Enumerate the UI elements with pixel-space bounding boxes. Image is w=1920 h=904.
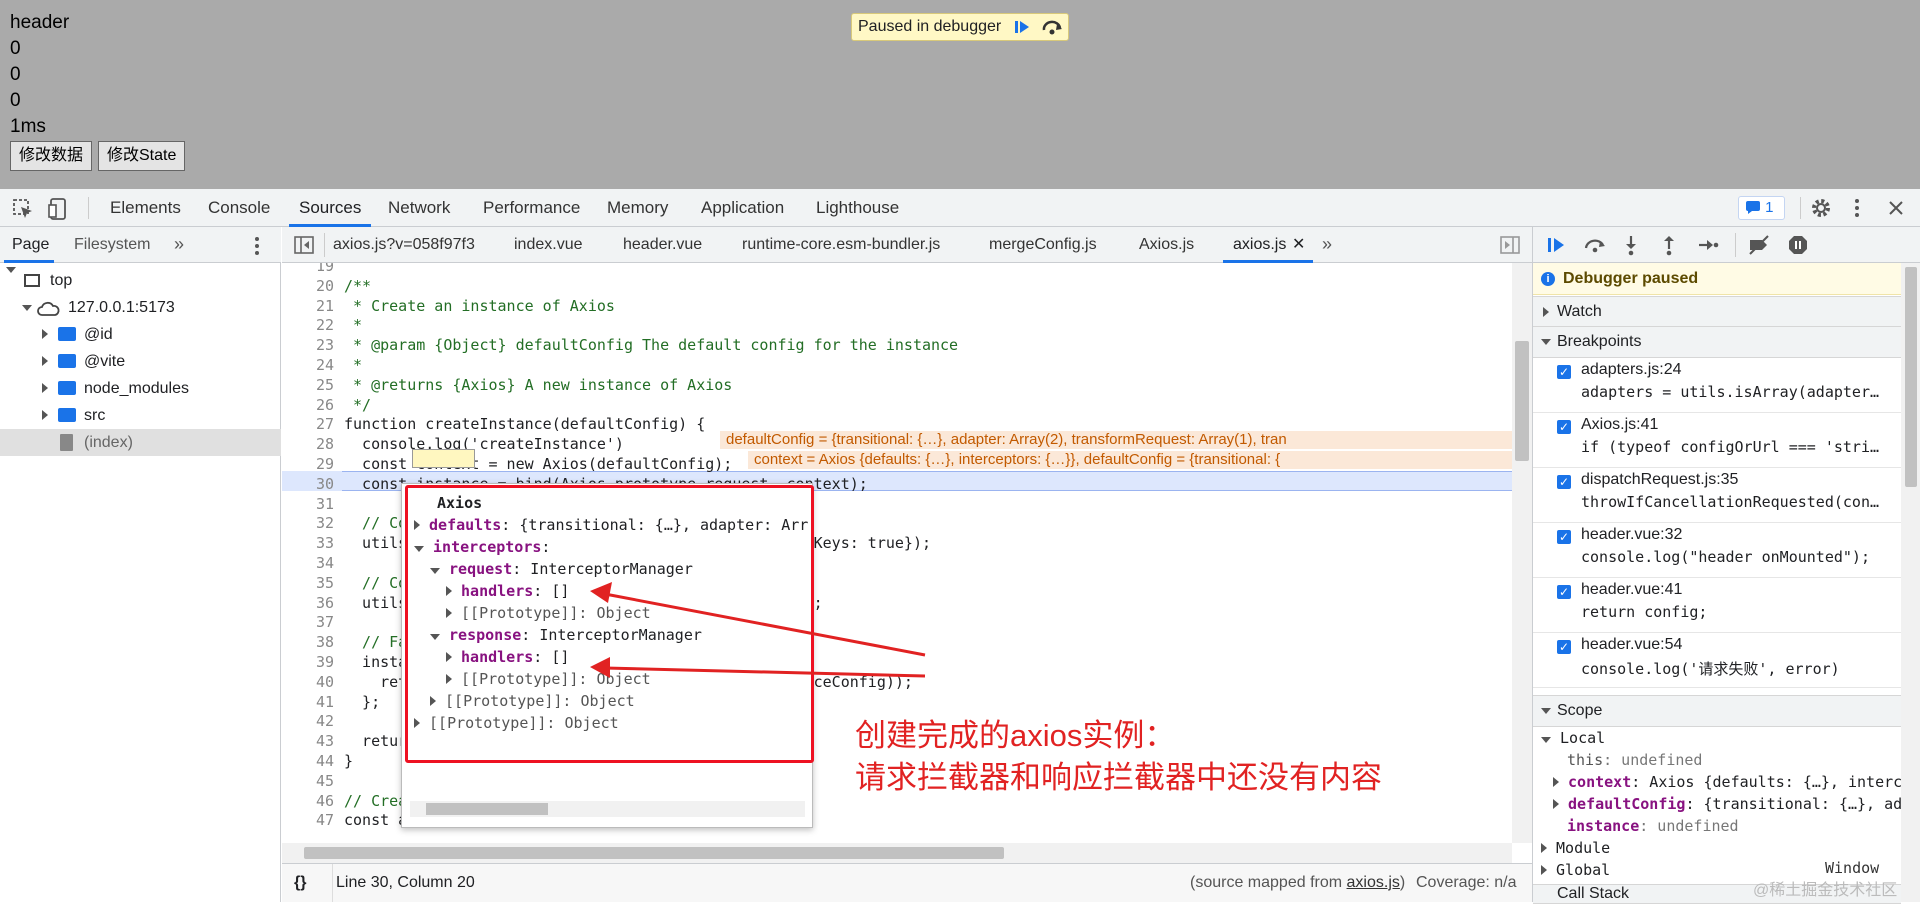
scope-var: instance: undefined [1567, 815, 1739, 837]
debugger-paused-banner: i Debugger paused [1533, 263, 1901, 295]
scope-module-label: Module [1556, 839, 1611, 857]
editor-status-bar: {} Line 30, Column 20 (source mapped fro… [282, 863, 1532, 902]
expand-arrow-icon[interactable] [1541, 708, 1551, 714]
var-value: : undefined [1603, 751, 1703, 769]
source-mapped-info: (source mapped from axios.js) [1190, 864, 1405, 902]
var-name: context [1568, 773, 1632, 791]
annotation-line-2: 请求拦截器和响应拦截器中还没有内容 [855, 760, 1382, 795]
pause-on-exceptions-icon[interactable] [1787, 234, 1809, 260]
var-name: defaultConfig [1568, 795, 1686, 813]
resume-icon[interactable] [1545, 235, 1567, 259]
scope-module[interactable]: Module [1541, 837, 1610, 859]
checkbox-checked-icon[interactable]: ✓ [1557, 585, 1571, 599]
breakpoint-code: console.log("header onMounted"); [1581, 548, 1870, 566]
debugger-toolbar [1533, 227, 1920, 263]
coverage-info: Coverage: n/a [1416, 874, 1517, 891]
checkbox-checked-icon[interactable]: ✓ [1557, 420, 1571, 434]
expand-arrow-icon[interactable] [1541, 737, 1551, 743]
checkbox-checked-icon[interactable]: ✓ [1557, 475, 1571, 489]
breakpoint-code: return config; [1581, 603, 1708, 621]
breakpoint-code: if (typeof configOrUrl === 'stri… [1581, 438, 1880, 456]
step-into-icon[interactable] [1623, 234, 1639, 260]
scope-local[interactable]: Local [1541, 727, 1605, 749]
watermark: @稀土掘金技术社区 [1753, 882, 1898, 899]
breakpoint-item[interactable]: ✓ header.vue:32 console.log("header onMoun… [1533, 522, 1901, 578]
scope-var[interactable]: context: Axios {defaults: {…}, interc [1553, 771, 1901, 793]
breakpoint-item[interactable]: ✓ adapters.js:24 adapters = utils.isArray(… [1533, 357, 1901, 413]
annotation-line-1: 创建完成的axios实例： [855, 718, 1176, 753]
status-divider [332, 864, 333, 902]
scope-global-label: Global [1556, 861, 1611, 879]
breakpoints-label: Breakpoints [1557, 333, 1642, 350]
breakpoint-item[interactable]: ✓ Axios.js:41 if (typeof configOrUrl === '… [1533, 412, 1901, 468]
scope-global[interactable]: Global [1541, 859, 1610, 881]
source-mapped-label: (source mapped from [1190, 874, 1347, 891]
right-panel-scrollbar[interactable] [1901, 263, 1920, 902]
scope-label: Scope [1557, 702, 1603, 719]
checkbox-checked-icon[interactable]: ✓ [1557, 365, 1571, 379]
expand-arrow-icon[interactable] [1541, 843, 1547, 853]
var-value: : {transitional: {…}, ad [1685, 795, 1901, 813]
source-file-link[interactable]: axios.js [1347, 874, 1400, 891]
debugger-sidebar: i Debugger paused Watch Breakpoints ✓ ada… [1532, 227, 1920, 904]
scope-var[interactable]: defaultConfig: {transitional: {…}, ad [1553, 793, 1901, 815]
step-icon[interactable] [1697, 235, 1719, 259]
breakpoints-section-header[interactable]: Breakpoints [1533, 326, 1901, 358]
callstack-label: Call Stack [1557, 885, 1630, 902]
scroll-thumb[interactable] [1905, 267, 1917, 487]
deactivate-breakpoints-icon[interactable] [1747, 234, 1771, 260]
pretty-print-icon[interactable]: {} [294, 864, 306, 902]
step-out-icon[interactable] [1661, 234, 1677, 260]
cursor-position: Line 30, Column 20 [336, 874, 475, 891]
expand-arrow-icon[interactable] [1553, 799, 1559, 809]
breakpoint-file: header.vue:54 [1581, 636, 1683, 653]
breakpoint-file: header.vue:41 [1581, 581, 1683, 598]
step-over-icon[interactable] [1583, 235, 1607, 259]
breakpoint-file: adapters.js:24 [1581, 361, 1682, 378]
checkbox-checked-icon[interactable]: ✓ [1557, 530, 1571, 544]
source-mapped-end: ) [1399, 874, 1406, 891]
info-icon: i [1541, 272, 1555, 286]
expand-arrow-icon[interactable] [1541, 865, 1547, 875]
checkbox-checked-icon[interactable]: ✓ [1557, 640, 1571, 654]
expand-arrow-icon[interactable] [1541, 339, 1551, 345]
breakpoint-file: header.vue:32 [1581, 526, 1683, 543]
var-name: this [1567, 751, 1604, 769]
scope-var: this: undefined [1567, 749, 1702, 771]
scope-section-header[interactable]: Scope [1533, 695, 1901, 727]
var-name: instance [1567, 817, 1640, 835]
breakpoint-item[interactable]: ✓ header.vue:54 console.log('请求失败', error) [1533, 632, 1901, 688]
collapse-arrow-icon[interactable] [1543, 307, 1549, 317]
toolbar-divider [1735, 233, 1736, 257]
breakpoint-file: dispatchRequest.js:35 [1581, 471, 1739, 488]
var-value: : undefined [1639, 817, 1739, 835]
breakpoint-file: Axios.js:41 [1581, 416, 1659, 433]
breakpoint-code: throwIfCancellationRequested(con… [1581, 493, 1880, 511]
scope-local-label: Local [1560, 729, 1606, 747]
breakpoint-code: console.log('请求失败', error) [1581, 660, 1840, 678]
var-value: : Axios {defaults: {…}, interc [1631, 773, 1901, 791]
breakpoint-item[interactable]: ✓ header.vue:41 return config; [1533, 577, 1901, 633]
breakpoint-item[interactable]: ✓ dispatchRequest.js:35 throwIfCancellatio… [1533, 467, 1901, 523]
breakpoint-code: adapters = utils.isArray(adapter… [1581, 383, 1880, 401]
expand-arrow-icon[interactable] [1553, 777, 1559, 787]
debugger-paused-label: Debugger paused [1563, 270, 1699, 287]
watch-label: Watch [1557, 303, 1602, 320]
watch-section-header[interactable]: Watch [1533, 296, 1901, 328]
